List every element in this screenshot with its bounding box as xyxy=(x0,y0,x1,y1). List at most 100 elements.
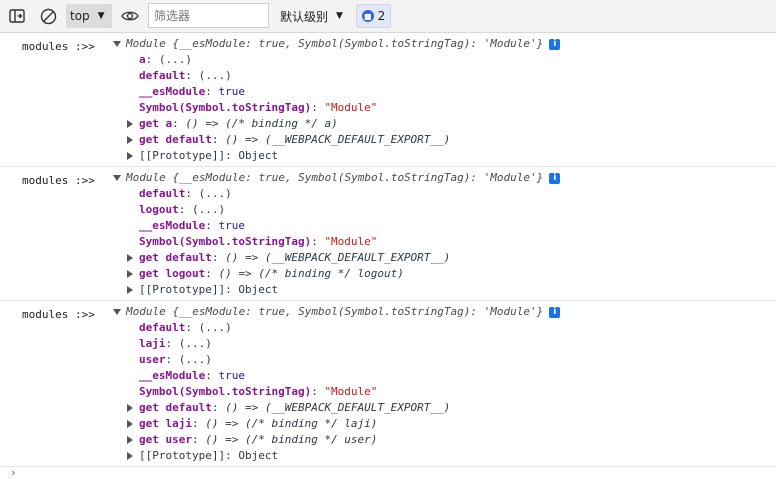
colon-separator: : xyxy=(311,385,325,398)
caret-down-icon: ▼ xyxy=(97,11,105,21)
property-key: __esModule xyxy=(139,219,206,232)
property-key: default xyxy=(139,187,186,200)
info-icon[interactable]: i xyxy=(549,306,561,318)
property-row: Symbol(Symbol.toStringTag): "Module" xyxy=(139,234,377,250)
property-value: true xyxy=(218,369,245,382)
property-value: true xyxy=(218,219,245,232)
colon-separator: : xyxy=(225,449,239,462)
colon-separator: : xyxy=(145,53,159,66)
colon-separator: : xyxy=(191,433,206,446)
property-row[interactable]: get default: () => (__WEBPACK_DEFAULT_EX… xyxy=(127,132,451,148)
colon-separator: : xyxy=(172,117,186,130)
property-key: laji xyxy=(139,337,166,350)
property-value: "Module" xyxy=(324,235,378,248)
caret-down-icon: ▼ xyxy=(336,11,343,21)
property-row: __esModule: true xyxy=(139,84,245,100)
lazy-value[interactable]: (...) xyxy=(192,203,225,216)
log-prefix: modules :>> xyxy=(22,40,95,53)
expand-triangle-icon[interactable] xyxy=(127,286,133,294)
colon-separator: : xyxy=(178,203,192,216)
filter-input[interactable]: 筛选器 xyxy=(148,3,269,28)
context-selector[interactable]: top ▼ xyxy=(66,4,112,28)
property-row[interactable]: [[Prototype]]: Object xyxy=(127,282,279,298)
lazy-value[interactable]: (...) xyxy=(179,337,212,350)
property-value: () => (/* binding */ user) xyxy=(205,433,378,446)
expand-triangle-icon[interactable] xyxy=(113,175,121,181)
property-row[interactable]: [[Prototype]]: Object xyxy=(127,148,278,164)
expand-triangle-icon[interactable] xyxy=(127,420,133,428)
expand-triangle-icon[interactable] xyxy=(127,136,133,144)
expand-triangle-icon[interactable] xyxy=(127,254,133,262)
property-row: default: (...) xyxy=(139,186,232,202)
colon-separator: : xyxy=(185,187,199,200)
log-level-dropdown[interactable]: 默认级别 ▼ xyxy=(279,4,350,28)
issues-button[interactable]: ■ 2 xyxy=(356,4,391,28)
lazy-value[interactable]: (...) xyxy=(199,321,232,334)
live-expression-eye-icon[interactable] xyxy=(118,4,142,28)
expand-triangle-icon[interactable] xyxy=(127,436,133,444)
property-key: default xyxy=(139,321,186,334)
property-key: get a xyxy=(139,117,173,130)
lazy-value[interactable]: (...) xyxy=(199,187,232,200)
lazy-value[interactable]: (...) xyxy=(199,69,232,82)
log-prefix: modules :>> xyxy=(22,174,95,187)
filter-placeholder: 筛选器 xyxy=(154,9,191,23)
expand-triangle-icon[interactable] xyxy=(113,309,121,315)
expand-triangle-icon[interactable] xyxy=(127,404,133,412)
colon-separator: : xyxy=(165,337,179,350)
expand-triangle-icon[interactable] xyxy=(127,270,133,278)
log-level-label: 默认级别 xyxy=(280,9,329,24)
object-summary: Module {__esModule: true, Symbol(Symbol.… xyxy=(126,37,544,50)
property-key: Symbol(Symbol.toStringTag) xyxy=(139,385,312,398)
property-row: Symbol(Symbol.toStringTag): "Module" xyxy=(139,384,377,400)
property-key: get laji xyxy=(139,417,192,430)
sidebar-toggle-icon[interactable] xyxy=(5,4,29,28)
console-toolbar: top ▼ 筛选器 默认级别 ▼ ■ 2 xyxy=(0,0,776,33)
property-value: () => (__WEBPACK_DEFAULT_EXPORT__) xyxy=(225,401,451,414)
lazy-value[interactable]: (...) xyxy=(159,53,192,66)
property-value: () => (/* binding */ a) xyxy=(185,117,338,130)
property-key: logout xyxy=(139,203,179,216)
colon-separator: : xyxy=(205,85,219,98)
property-row: default: (...) xyxy=(139,320,232,336)
colon-separator: : xyxy=(205,267,219,280)
property-key: [[Prototype]] xyxy=(139,283,226,296)
console-prompt-caret-icon[interactable]: › xyxy=(10,466,17,479)
colon-separator: : xyxy=(311,235,325,248)
property-row[interactable]: get logout: () => (/* binding */ logout) xyxy=(127,266,404,282)
property-row[interactable]: get default: () => (__WEBPACK_DEFAULT_EX… xyxy=(127,250,450,266)
property-key: a xyxy=(139,53,146,66)
expand-triangle-icon[interactable] xyxy=(127,152,133,160)
property-row[interactable]: get user: () => (/* binding */ user) xyxy=(127,432,378,448)
property-row: a: (...) xyxy=(139,52,192,68)
property-key: get default xyxy=(139,251,212,264)
context-label: top xyxy=(70,9,90,23)
property-value: "Module" xyxy=(324,385,378,398)
property-row[interactable]: get a: () => (/* binding */ a) xyxy=(127,116,338,132)
object-summary: Module {__esModule: true, Symbol(Symbol.… xyxy=(126,171,544,184)
lazy-value[interactable]: (...) xyxy=(179,353,212,366)
property-row: user: (...) xyxy=(139,352,212,368)
property-row[interactable]: get laji: () => (/* binding */ laji) xyxy=(127,416,377,432)
property-key: default xyxy=(139,69,186,82)
property-value: () => (__WEBPACK_DEFAULT_EXPORT__) xyxy=(225,133,451,146)
colon-separator: : xyxy=(211,401,226,414)
colon-separator: : xyxy=(211,251,226,264)
expand-triangle-icon[interactable] xyxy=(113,41,121,47)
property-row[interactable]: [[Prototype]]: Object xyxy=(127,448,279,464)
expand-triangle-icon[interactable] xyxy=(127,120,133,128)
info-icon[interactable]: i xyxy=(549,172,561,184)
colon-separator: : xyxy=(225,149,239,162)
property-value: true xyxy=(218,85,245,98)
object-summary-row[interactable]: Module {__esModule: true, Symbol(Symbol.… xyxy=(113,304,561,320)
expand-triangle-icon[interactable] xyxy=(127,452,133,460)
object-summary-row[interactable]: Module {__esModule: true, Symbol(Symbol.… xyxy=(113,36,561,52)
info-icon[interactable]: i xyxy=(549,38,561,50)
object-summary-row[interactable]: Module {__esModule: true, Symbol(Symbol.… xyxy=(113,170,561,186)
property-value: Object xyxy=(238,283,279,296)
property-value: Object xyxy=(238,449,279,462)
property-row[interactable]: get default: () => (__WEBPACK_DEFAULT_EX… xyxy=(127,400,451,416)
clear-console-icon[interactable] xyxy=(36,4,60,28)
property-row: logout: (...) xyxy=(139,202,225,218)
colon-separator: : xyxy=(311,101,325,114)
